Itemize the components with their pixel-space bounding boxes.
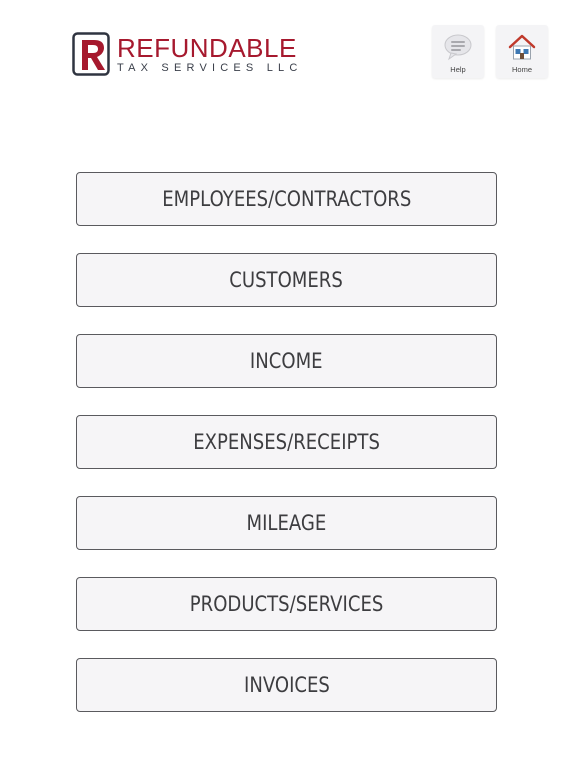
invoices-button[interactable]: INVOICES — [76, 658, 497, 712]
mileage-button[interactable]: MILEAGE — [76, 496, 497, 550]
page: { "header": { "logo": { "name": "REFUNDA… — [0, 0, 576, 768]
menu-button-label: INCOME — [250, 349, 323, 373]
expenses-receipts-button[interactable]: EXPENSES/RECEIPTS — [76, 415, 497, 469]
menu-button-label: EXPENSES/RECEIPTS — [193, 430, 380, 454]
house-icon — [508, 34, 536, 60]
employees-contractors-button[interactable]: EMPLOYEES/CONTRACTORS — [76, 172, 497, 226]
income-button[interactable]: INCOME — [76, 334, 497, 388]
customers-button[interactable]: CUSTOMERS — [76, 253, 497, 307]
menu-button-label: PRODUCTS/SERVICES — [189, 592, 384, 616]
header: REFUNDABLE TAX SERVICES LLC Help Home — [0, 0, 576, 100]
logo-company-subtitle: TAX SERVICES LLC — [117, 62, 303, 74]
menu-button-label: CUSTOMERS — [229, 268, 344, 292]
logo-company-name: REFUNDABLE — [117, 33, 297, 63]
company-logo: REFUNDABLE TAX SERVICES LLC — [72, 32, 312, 80]
home-button[interactable]: Home — [496, 25, 548, 78]
chat-bubble-icon — [444, 34, 472, 61]
menu-button-label: INVOICES — [243, 673, 330, 697]
menu-button-label: MILEAGE — [246, 511, 327, 535]
menu-button-label: EMPLOYEES/CONTRACTORS — [161, 187, 412, 211]
logo-r-icon — [72, 32, 110, 76]
help-label: Help — [450, 65, 466, 74]
products-services-button[interactable]: PRODUCTS/SERVICES — [76, 577, 497, 631]
home-label: Home — [511, 65, 532, 74]
help-button[interactable]: Help — [432, 25, 484, 78]
